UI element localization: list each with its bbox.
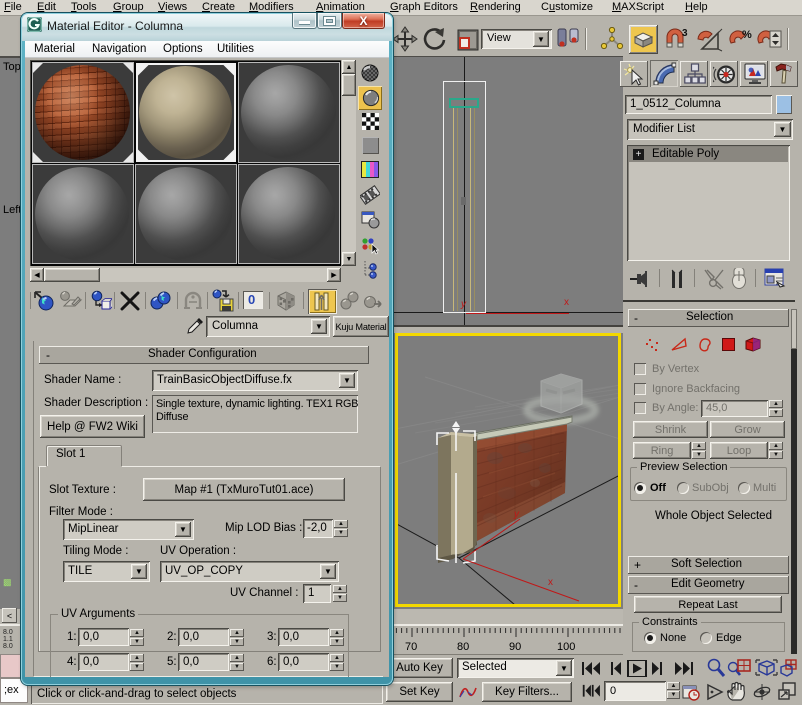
svg-text:x: x — [548, 577, 553, 588]
svg-text:%: % — [742, 29, 752, 41]
svg-text:80: 80 — [457, 641, 469, 653]
svg-text:90: 90 — [509, 641, 521, 653]
svg-text:y: y — [513, 509, 520, 520]
svg-text:100: 100 — [557, 641, 575, 653]
svg-text:70: 70 — [405, 641, 417, 653]
svg-text:3: 3 — [682, 28, 688, 39]
